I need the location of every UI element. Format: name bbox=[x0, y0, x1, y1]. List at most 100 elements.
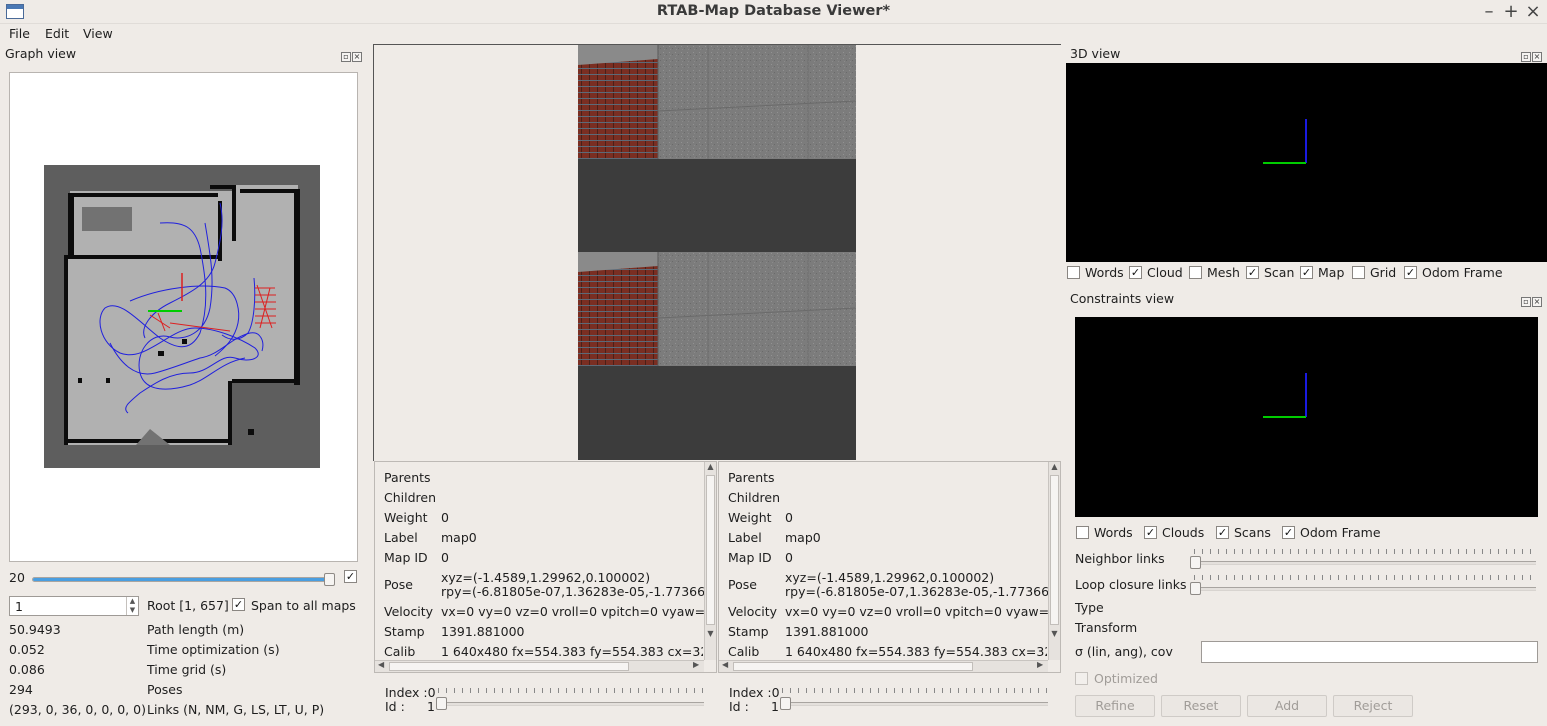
mapid-label: Map ID bbox=[728, 550, 772, 565]
info-a-hscroll[interactable]: ◀ ▶ bbox=[375, 660, 704, 672]
mesh-checkbox[interactable] bbox=[1189, 266, 1202, 279]
iterations-checkbox[interactable]: ✓ bbox=[344, 570, 357, 583]
view3d-axes bbox=[1263, 119, 1307, 164]
clouds-label: Clouds bbox=[1162, 525, 1205, 540]
window-title: RTAB-Map Database Viewer* bbox=[656, 3, 891, 19]
scans-checkbox[interactable]: ✓ bbox=[1216, 526, 1229, 539]
odom-frame-checkbox[interactable]: ✓ bbox=[1282, 526, 1295, 539]
constraints-title: Constraints view bbox=[1070, 291, 1175, 306]
sigma-input[interactable] bbox=[1201, 641, 1538, 663]
float-icon[interactable]: ▫ bbox=[341, 52, 351, 62]
optimized-label: Optimized bbox=[1094, 671, 1158, 686]
neighbor-links-label: Neighbor links bbox=[1075, 551, 1165, 566]
iterations-slider-handle[interactable] bbox=[324, 573, 335, 586]
stat-value: 50.9493 bbox=[9, 622, 61, 637]
pose-rpy: rpy=(-6.81805e-07,1.36283e-05,-1.77366) bbox=[441, 584, 710, 599]
stat-label: Path length (m) bbox=[147, 622, 245, 637]
refine-button[interactable]: Refine bbox=[1075, 695, 1155, 717]
reset-button[interactable]: Reset bbox=[1161, 695, 1241, 717]
label-label: Label bbox=[384, 530, 418, 545]
id-label: Id : bbox=[385, 699, 405, 714]
stat-label: Links (N, NM, G, LS, LT, U, P) bbox=[147, 702, 325, 717]
loop-closure-links-slider[interactable] bbox=[1192, 587, 1536, 591]
optimized-checkbox[interactable] bbox=[1075, 672, 1088, 685]
odom-frame-label: Odom Frame bbox=[1422, 265, 1503, 280]
info-b-hscroll[interactable]: ◀ ▶ bbox=[719, 660, 1048, 672]
index-label: Index :0 bbox=[729, 685, 780, 700]
loop-ticks bbox=[1194, 575, 1534, 580]
constraints-dock-buttons: ▫ × bbox=[1520, 292, 1544, 307]
span-checkbox[interactable]: ✓ bbox=[232, 598, 245, 611]
iterations-slider-fill bbox=[33, 578, 333, 581]
stat-value: (293, 0, 36, 0, 0, 0, 0) bbox=[9, 702, 146, 717]
node-info-a[interactable]: Parents Children Weight 0 Label map0 Map… bbox=[374, 461, 717, 673]
stat-value: 294 bbox=[9, 682, 33, 697]
add-button[interactable]: Add bbox=[1247, 695, 1327, 717]
loop-closure-links-label: Loop closure links bbox=[1075, 577, 1187, 592]
constraints-axes bbox=[1263, 373, 1307, 418]
close-icon[interactable]: × bbox=[1524, 1, 1542, 22]
obstacle-area bbox=[82, 207, 132, 231]
id-label: Id : bbox=[729, 699, 749, 714]
words-checkbox[interactable] bbox=[1067, 266, 1080, 279]
weight-value: 0 bbox=[785, 510, 793, 525]
pose-xyz: xyz=(-1.4589,1.29962,0.100002) bbox=[441, 570, 651, 585]
index-slider[interactable] bbox=[780, 702, 1048, 706]
constraints-canvas[interactable] bbox=[1075, 317, 1538, 517]
parents-label: Parents bbox=[384, 470, 431, 485]
close-dock-icon[interactable]: × bbox=[1532, 297, 1542, 307]
neighbor-links-slider[interactable] bbox=[1192, 561, 1536, 565]
scan-checkbox[interactable]: ✓ bbox=[1246, 266, 1259, 279]
info-b-vscroll[interactable]: ▲ ▼ bbox=[1048, 462, 1060, 660]
id-value: 1 bbox=[771, 699, 779, 714]
camera-image-a bbox=[578, 45, 856, 252]
menu-edit[interactable]: Edit bbox=[45, 26, 69, 41]
view3d-canvas[interactable] bbox=[1066, 63, 1547, 262]
constraints-options: Words ✓ Clouds ✓ Scans ✓ Odom Frame bbox=[1075, 525, 1538, 541]
clouds-checkbox[interactable]: ✓ bbox=[1144, 526, 1157, 539]
parents-label: Parents bbox=[728, 470, 775, 485]
mesh-label: Mesh bbox=[1207, 265, 1240, 280]
float-icon[interactable]: ▫ bbox=[1521, 52, 1531, 62]
weight-label: Weight bbox=[384, 510, 428, 525]
children-label: Children bbox=[384, 490, 437, 505]
menu-view[interactable]: View bbox=[83, 26, 113, 41]
id-value: 1 bbox=[427, 699, 435, 714]
index-label: Index :0 bbox=[385, 685, 436, 700]
root-spinbox[interactable]: 1 ▲ ▼ bbox=[9, 596, 139, 616]
close-dock-icon[interactable]: × bbox=[1532, 52, 1542, 62]
info-a-vscroll[interactable]: ▲ ▼ bbox=[704, 462, 716, 660]
image-view-a[interactable] bbox=[373, 44, 1061, 253]
iterations-slider[interactable] bbox=[32, 577, 334, 582]
root-label: Root [1, 657] bbox=[147, 598, 229, 613]
neighbor-ticks bbox=[1194, 549, 1534, 554]
index-slider-handle[interactable] bbox=[780, 697, 791, 710]
maximize-icon[interactable]: + bbox=[1502, 1, 1520, 22]
float-icon[interactable]: ▫ bbox=[1521, 297, 1531, 307]
loop-slider-handle[interactable] bbox=[1190, 582, 1201, 595]
weight-label: Weight bbox=[728, 510, 772, 525]
close-dock-icon[interactable]: × bbox=[352, 52, 362, 62]
image-view-b[interactable] bbox=[373, 252, 1061, 461]
node-info-b[interactable]: Parents Children Weight 0 Label map0 Map… bbox=[718, 461, 1061, 673]
mapid-value: 0 bbox=[785, 550, 793, 565]
camera-image-b bbox=[578, 252, 856, 460]
menu-file[interactable]: File bbox=[9, 26, 30, 41]
span-label: Span to all maps bbox=[251, 598, 356, 613]
pose-xyz: xyz=(-1.4589,1.29962,0.100002) bbox=[785, 570, 995, 585]
minimize-icon[interactable]: – bbox=[1480, 1, 1498, 22]
spin-arrows-icon[interactable]: ▲ ▼ bbox=[126, 597, 138, 615]
calib-label: Calib bbox=[728, 644, 760, 659]
grid-checkbox[interactable] bbox=[1352, 266, 1365, 279]
graph-canvas[interactable] bbox=[9, 72, 358, 562]
reject-button[interactable]: Reject bbox=[1333, 695, 1413, 717]
odom-frame-label: Odom Frame bbox=[1300, 525, 1381, 540]
words-checkbox[interactable] bbox=[1076, 526, 1089, 539]
odom-frame-checkbox[interactable]: ✓ bbox=[1404, 266, 1417, 279]
sigma-label: σ (lin, ang), cov bbox=[1075, 644, 1173, 659]
neighbor-slider-handle[interactable] bbox=[1190, 556, 1201, 569]
map-checkbox[interactable]: ✓ bbox=[1300, 266, 1313, 279]
cloud-checkbox[interactable]: ✓ bbox=[1129, 266, 1142, 279]
index-slider-handle[interactable] bbox=[436, 697, 447, 710]
index-slider[interactable] bbox=[436, 702, 704, 706]
